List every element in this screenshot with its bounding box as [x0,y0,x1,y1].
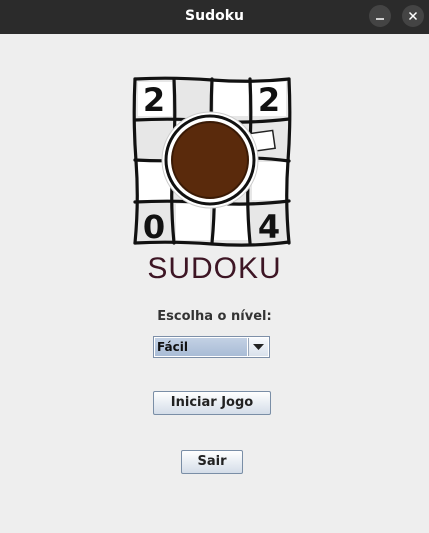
minimize-button[interactable] [369,5,391,27]
window-title: Sudoku [185,8,244,24]
close-icon [408,11,418,21]
logo-digit: 2 [258,81,280,119]
level-select-arrow[interactable] [248,338,268,356]
exit-button[interactable]: Sair [181,450,243,474]
title-bar: Sudoku [0,0,429,34]
sudoku-logo: 2 2 0 4 [132,76,292,247]
level-label: Escolha o nível: [157,309,272,324]
close-button[interactable] [402,5,424,27]
logo-digit: 2 [143,81,165,119]
chevron-down-icon [253,344,264,350]
sudoku-window: Sudoku 2 2 0 4 SUDOKU Escolha o nível: F… [0,0,429,533]
level-select-value: Fácil [155,338,247,356]
start-game-button[interactable]: Iniciar Jogo [153,391,271,415]
minimize-icon [376,18,384,20]
logo-digit: 0 [143,208,165,246]
brand-title: SUDOKU [147,252,282,285]
logo-digit: 4 [258,208,280,246]
level-select[interactable]: Fácil [153,336,270,358]
